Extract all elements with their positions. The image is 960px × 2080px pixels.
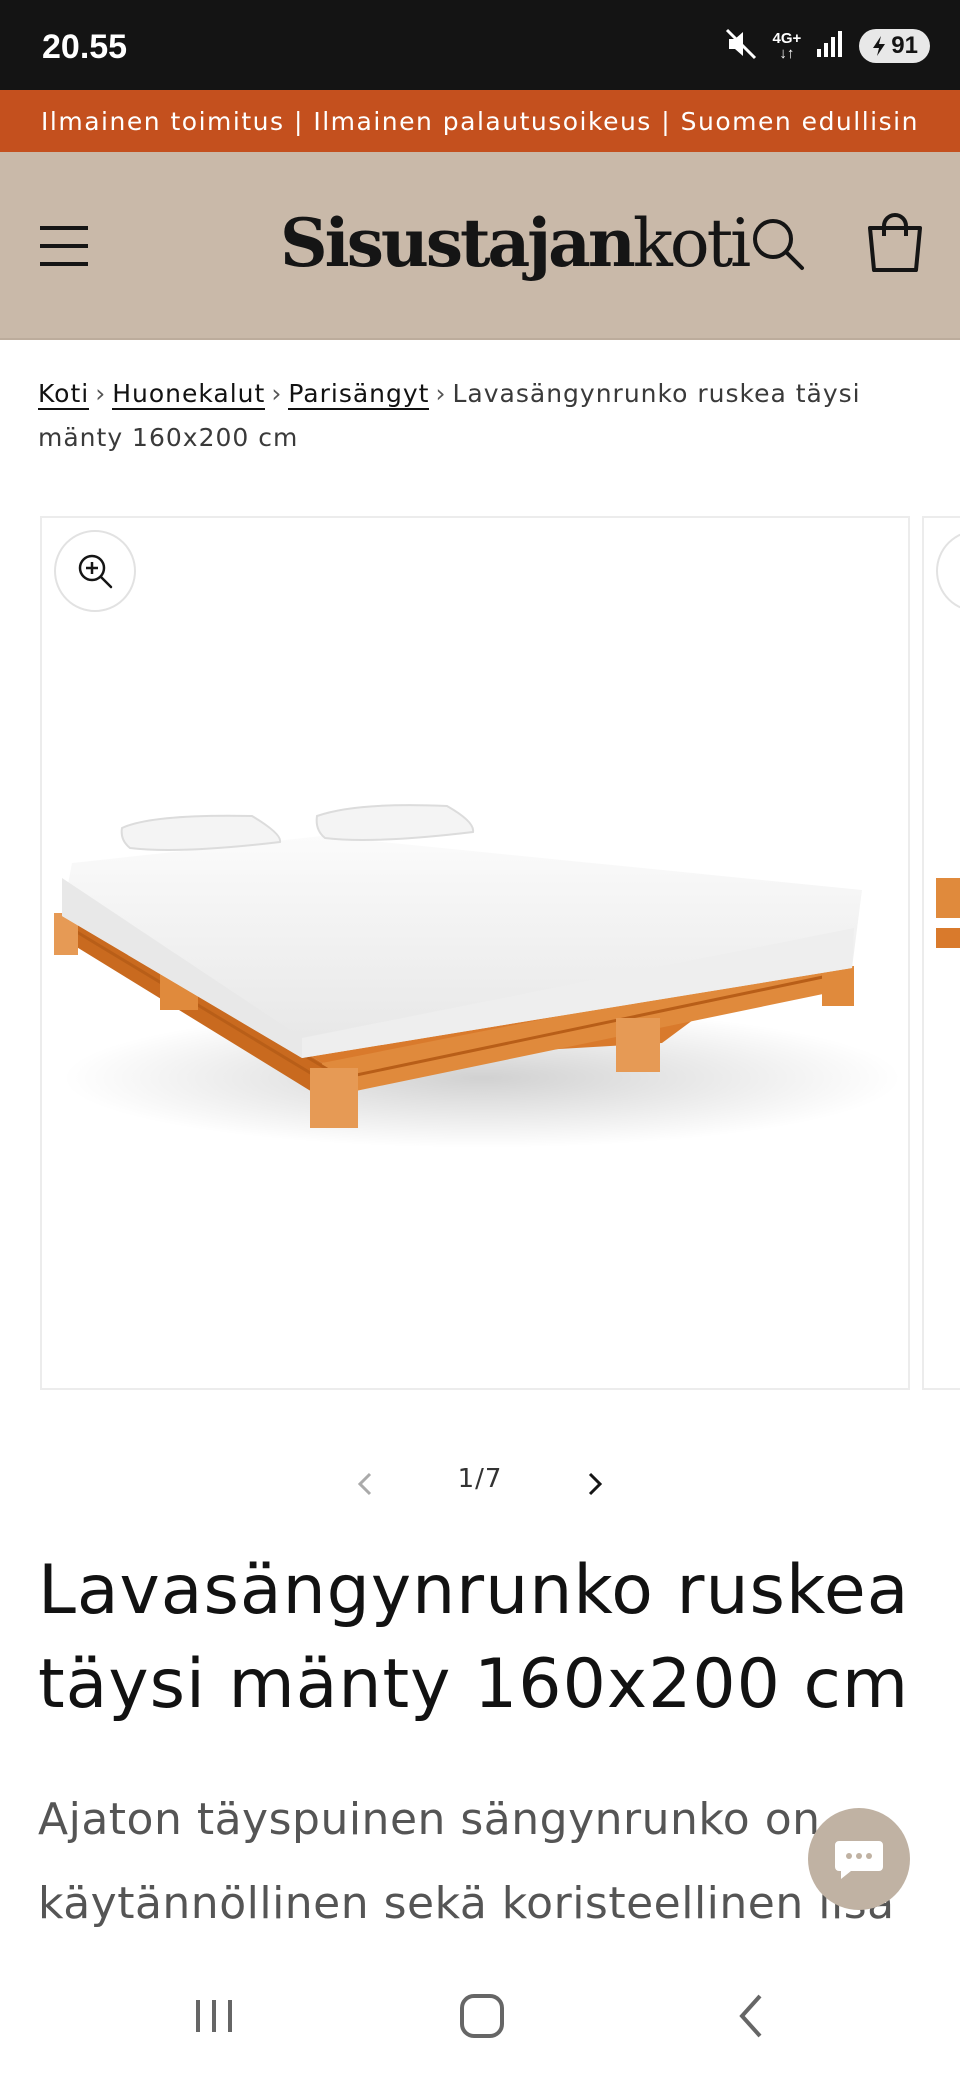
image-counter: 1/7 — [457, 1464, 503, 1494]
chat-bubble-icon — [835, 1841, 883, 1879]
cart-button[interactable] — [862, 210, 928, 276]
announcement-text: Ilmainen toimitus | Ilmainen palautusoik… — [41, 106, 919, 136]
previous-image-button[interactable] — [346, 1464, 386, 1504]
logo-text-light: koti — [632, 205, 751, 282]
search-button[interactable] — [748, 214, 808, 274]
signal-icon — [815, 29, 845, 63]
recents-button[interactable] — [184, 1986, 244, 2046]
home-icon — [460, 1994, 504, 2038]
mute-icon — [723, 26, 759, 66]
status-bar: 20.55 4G+ ↓↑ 91 — [0, 0, 960, 90]
chat-button[interactable] — [808, 1808, 910, 1910]
system-nav-bar — [0, 1952, 960, 2080]
breadcrumb-separator: › — [95, 379, 107, 408]
breadcrumb-link-koti[interactable]: Koti — [38, 379, 90, 410]
chevron-right-icon — [588, 1472, 603, 1496]
status-icons: 4G+ ↓↑ 91 — [723, 26, 930, 66]
menu-icon — [40, 226, 88, 266]
chevron-left-icon — [357, 1472, 372, 1496]
next-image-button[interactable] — [574, 1464, 614, 1504]
logo-text-bold: Sisustajan — [280, 204, 636, 282]
product-title: Lavasängynrunko ruskea täysi mänty 160x2… — [38, 1551, 910, 1724]
network-type: 4G+ — [772, 30, 802, 47]
product-image-next — [936, 878, 960, 948]
cart-icon — [868, 213, 922, 272]
breadcrumb-link-parisangyt[interactable]: Parisängyt — [288, 379, 430, 410]
breadcrumb-separator: › — [271, 379, 283, 408]
product-description: Ajaton täyspuinen sängynrunko on käytänn… — [38, 1794, 895, 1929]
back-button[interactable] — [722, 1986, 782, 2046]
site-logo[interactable]: Sisustajankoti — [280, 204, 751, 282]
status-time: 20.55 — [42, 28, 128, 66]
menu-button[interactable] — [36, 218, 94, 274]
battery-icon: 91 — [859, 29, 930, 63]
breadcrumb-link-huonekalut[interactable]: Huonekalut — [112, 379, 266, 410]
product-image — [54, 804, 902, 1148]
site-header: Sisustajankoti — [0, 152, 960, 340]
network-icon: 4G+ ↓↑ — [772, 30, 802, 62]
product-image-card[interactable] — [40, 516, 910, 1390]
gallery-pager: 1/7 — [340, 1458, 620, 1508]
product-image-card-next[interactable] — [922, 516, 960, 1390]
back-icon — [739, 1994, 762, 2038]
home-button[interactable] — [452, 1986, 512, 2046]
breadcrumb-separator: › — [435, 379, 447, 408]
breadcrumb: Koti › Huonekalut › Parisängyt › Lavasängynrun… — [38, 372, 918, 460]
recents-icon — [196, 2000, 232, 2032]
search-icon — [753, 219, 804, 270]
battery-level: 91 — [891, 32, 918, 59]
announcement-bar: Ilmainen toimitus | Ilmainen palautusoik… — [0, 90, 960, 152]
